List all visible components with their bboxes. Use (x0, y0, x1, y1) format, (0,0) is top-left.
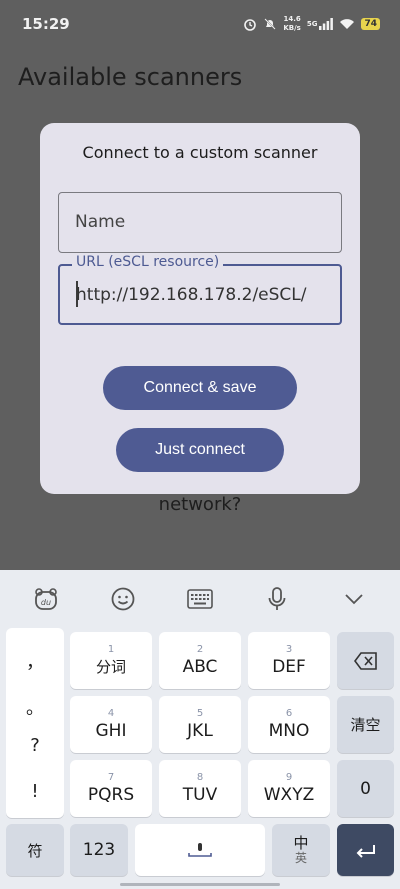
keyboard-toolbar: du (0, 570, 400, 628)
key-number: 5 (196, 707, 204, 719)
emoji-icon[interactable] (103, 579, 143, 619)
lang-bottom-label: 英 (294, 851, 307, 865)
name-placeholder: Name (75, 212, 126, 232)
background-hint-text: network? (158, 494, 242, 515)
voice-space-icon (188, 843, 212, 857)
page-title: Available scanners (18, 63, 243, 91)
key-number: 6 (285, 707, 293, 719)
home-indicator[interactable] (120, 883, 280, 886)
dialog-title: Connect to a custom scanner (82, 143, 318, 162)
zero-key-label: 0 (360, 778, 371, 799)
clear-key-label: 清空 (350, 716, 381, 734)
enter-key[interactable] (337, 824, 394, 876)
key-number: 9 (285, 771, 293, 783)
punct-exclaim-key[interactable]: ! (6, 781, 64, 802)
key-label: ABC (182, 656, 218, 677)
key-label: MNO (268, 720, 310, 741)
collapse-keyboard-icon[interactable] (334, 579, 374, 619)
key-number: 2 (196, 643, 204, 655)
key-9-wxyz[interactable]: 9 WXYZ (248, 760, 330, 817)
language-switch-key[interactable]: 中 英 (272, 824, 330, 876)
key-7-pqrs[interactable]: 7 PQRS (70, 760, 152, 817)
keyboard-layout-icon[interactable] (180, 579, 220, 619)
network-type: 5G (306, 20, 318, 28)
key-label: GHI (95, 720, 127, 741)
backspace-key[interactable] (337, 632, 394, 689)
battery-indicator: 74 (361, 18, 380, 30)
key-number: 8 (196, 771, 204, 783)
mute-bell-icon (264, 18, 276, 30)
lang-top-label: 中 (293, 834, 309, 852)
clear-key[interactable]: 清空 (337, 696, 394, 753)
key-label: DEF (272, 656, 306, 677)
net-speed: 14.6 KB/s (283, 15, 300, 33)
wifi-icon (340, 19, 355, 29)
svg-text:du: du (41, 598, 51, 607)
name-field[interactable]: Name (58, 192, 342, 253)
key-label: WXYZ (263, 784, 315, 805)
key-label: 分词 (95, 658, 126, 676)
key-number: 1 (107, 644, 115, 655)
key-4-ghi[interactable]: 4 GHI (70, 696, 152, 753)
punct-comma-key[interactable]: ， (6, 648, 64, 674)
symbol-key-label: 符 (27, 841, 43, 860)
key-5-jkl[interactable]: 5 JKL (159, 696, 241, 753)
url-field-label: URL (eSCL resource) (72, 254, 224, 270)
status-bar: 15:29 14.6 KB/s 5G 74 (0, 0, 400, 48)
key-8-tuv[interactable]: 8 TUV (159, 760, 241, 817)
net-speed-value: 14.6 (283, 15, 301, 23)
punct-period-key[interactable]: 。 (6, 694, 64, 720)
key-3-def[interactable]: 3 DEF (248, 632, 330, 689)
microphone-icon[interactable] (257, 579, 297, 619)
key-label: JKL (187, 720, 213, 741)
key-6-mno[interactable]: 6 MNO (248, 696, 330, 753)
just-connect-button[interactable]: Just connect (116, 428, 284, 472)
punctuation-column[interactable]: ， 。 ? ! (6, 628, 64, 818)
punct-question-key[interactable]: ? (6, 735, 64, 756)
numbers-key-label: 123 (82, 840, 116, 860)
key-2-abc[interactable]: 2 ABC (159, 632, 241, 689)
key-number: 4 (107, 707, 115, 719)
enter-icon (356, 845, 375, 858)
space-key[interactable] (135, 824, 265, 876)
numbers-key[interactable]: 123 (70, 824, 128, 876)
key-label: PQRS (87, 784, 135, 805)
backspace-icon (353, 651, 377, 670)
connect-save-button[interactable]: Connect & save (103, 366, 297, 410)
zero-key[interactable]: 0 (337, 760, 394, 817)
key-label: TUV (182, 784, 218, 805)
symbol-key[interactable]: 符 (6, 824, 64, 876)
key-number: 7 (107, 771, 115, 783)
url-field[interactable]: URL (eSCL resource) http://192.168.178.2… (58, 254, 342, 325)
alarm-icon (244, 19, 257, 31)
url-input[interactable]: http://192.168.178.2/eSCL/ (76, 285, 307, 305)
status-time: 15:29 (22, 15, 70, 33)
signal-icon (319, 18, 334, 30)
baidu-bear-icon[interactable]: du (26, 579, 66, 619)
key-1-fenci[interactable]: 1 分词 (70, 632, 152, 689)
status-icons: 14.6 KB/s 5G 74 (243, 15, 380, 33)
custom-scanner-dialog: Connect to a custom scanner Name URL (eS… (40, 123, 360, 494)
net-speed-unit: KB/s (283, 24, 301, 32)
key-number: 3 (285, 643, 293, 655)
